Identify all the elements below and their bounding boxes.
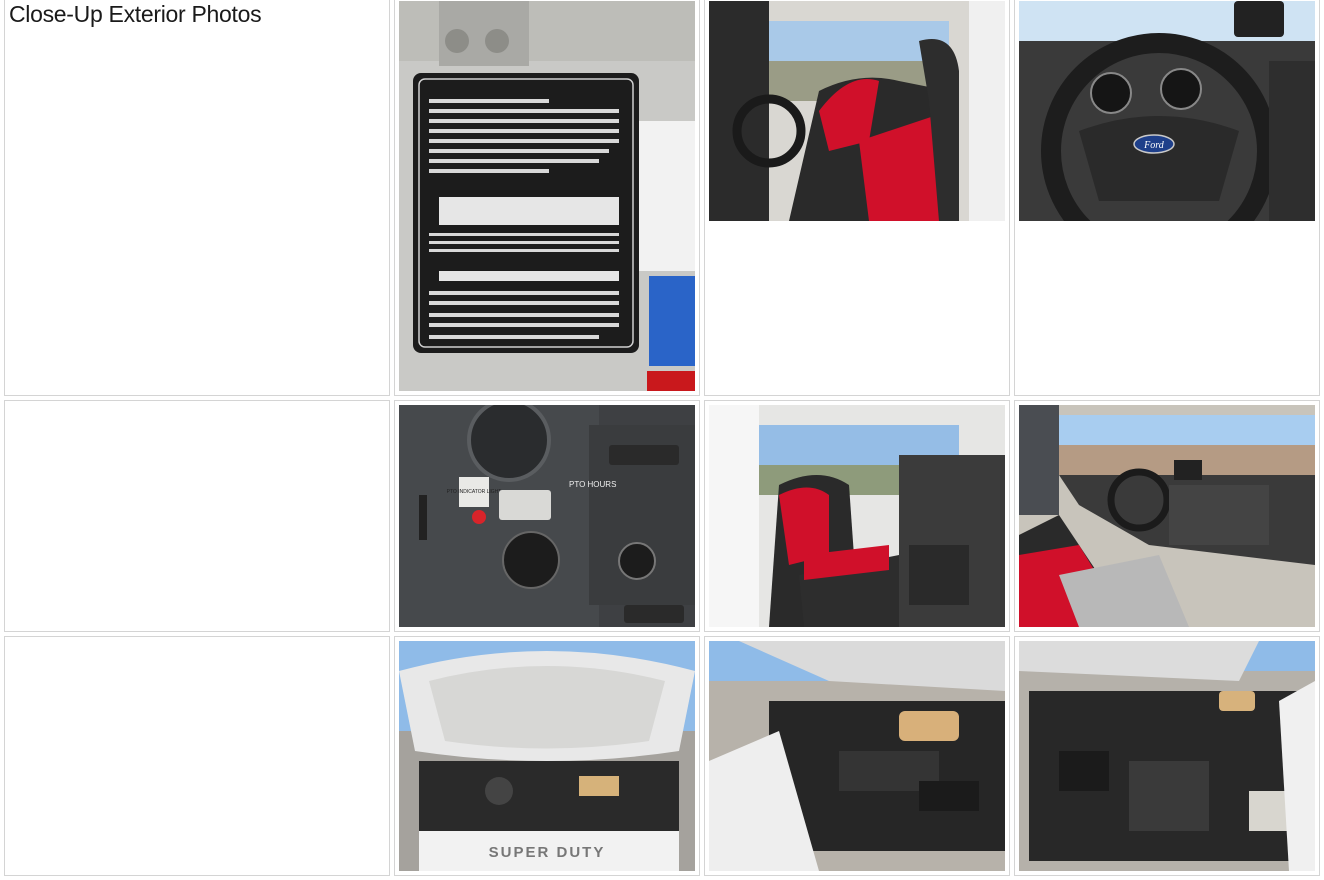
grille-badge: SUPER DUTY — [489, 844, 606, 861]
photo-data-plate[interactable] — [399, 1, 695, 391]
photo-cell: PTO INDICATOR LIGHT PTO HOURS — [394, 400, 700, 632]
photo-cab-dashboard[interactable] — [1019, 405, 1315, 627]
photo-cell: SUPER DUTY — [394, 636, 700, 876]
photo-driver-interior[interactable] — [709, 1, 1005, 221]
photo-passenger-seats[interactable] — [709, 405, 1005, 627]
photo-grid: Close-Up Exterior Photos Ford PTO INDICA… — [0, 0, 1324, 880]
section-title: Close-Up Exterior Photos — [9, 1, 262, 27]
photo-cell — [704, 400, 1010, 632]
ford-badge: Ford — [1143, 140, 1165, 151]
photo-engine-bay-front[interactable]: SUPER DUTY — [399, 641, 695, 871]
photo-steering-wheel[interactable]: Ford — [1019, 1, 1315, 221]
section-label-cell: Close-Up Exterior Photos — [4, 0, 390, 396]
photo-cell — [394, 0, 700, 396]
photo-cell — [1014, 636, 1320, 876]
photo-engine-left[interactable] — [709, 641, 1005, 871]
photo-row: PTO INDICATOR LIGHT PTO HOURS — [4, 400, 1320, 632]
photo-pto-controls[interactable]: PTO INDICATOR LIGHT PTO HOURS — [399, 405, 695, 627]
section-label-cell — [4, 636, 390, 876]
section-label-cell — [4, 400, 390, 632]
photo-row: SUPER DUTY — [4, 636, 1320, 876]
photo-engine-right[interactable] — [1019, 641, 1315, 871]
photo-cell: Ford — [1014, 0, 1320, 396]
pto-hours-label: PTO HOURS — [569, 480, 616, 489]
photo-row: Close-Up Exterior Photos Ford — [4, 0, 1320, 396]
photo-cell — [1014, 400, 1320, 632]
photo-cell — [704, 0, 1010, 396]
photo-cell — [704, 636, 1010, 876]
pto-indicator-label: PTO INDICATOR LIGHT — [447, 489, 502, 495]
